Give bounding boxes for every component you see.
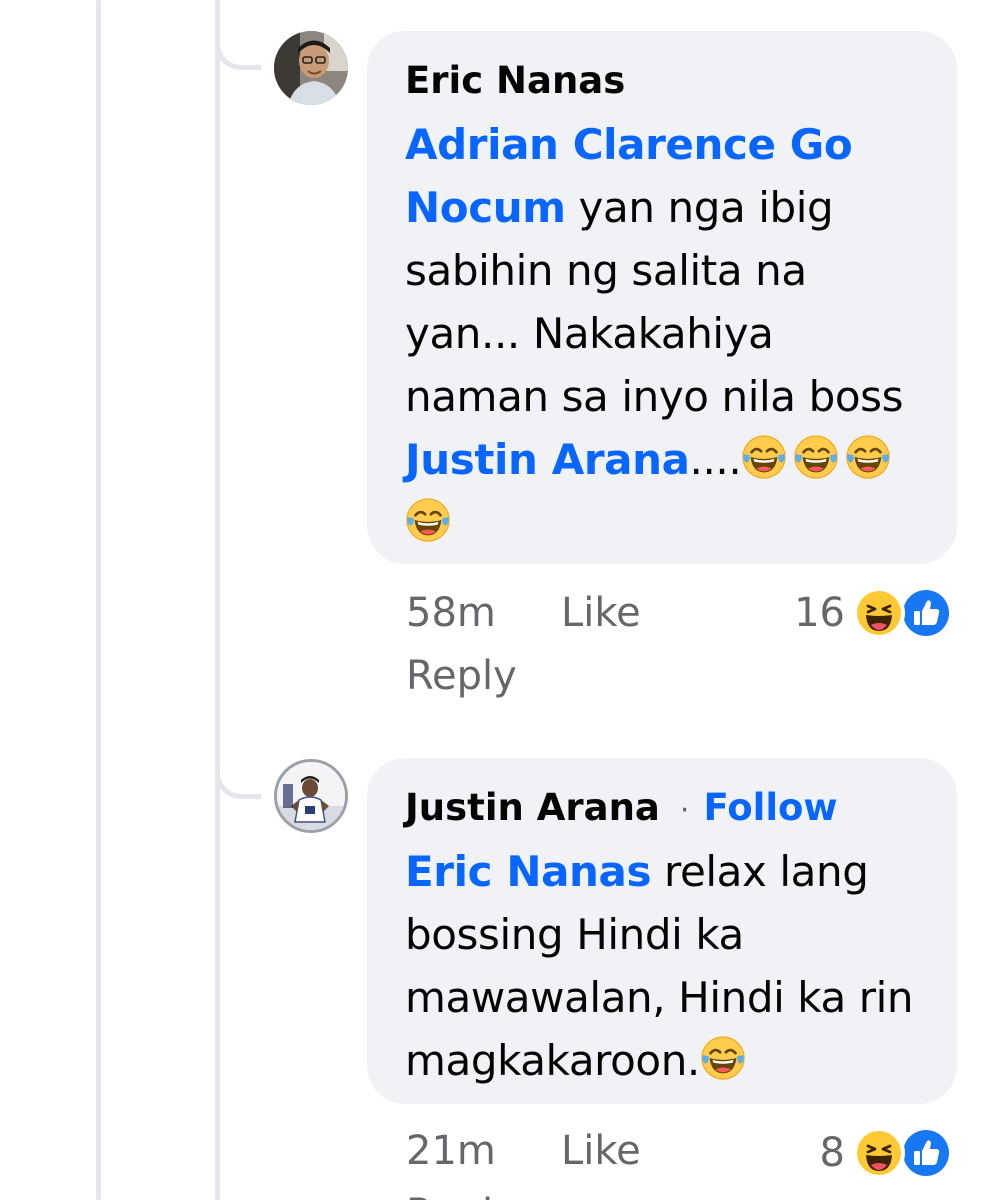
like-reaction-icon [899, 1126, 953, 1180]
follow-button[interactable]: Follow [703, 786, 837, 829]
comment-author[interactable]: Justin Arana [405, 786, 660, 829]
comment-text: Adrian Clarence Go Nocum yan nga ibig sa… [405, 113, 925, 554]
reactions-summary[interactable]: 8 [820, 1125, 955, 1181]
reply-connector [215, 759, 261, 799]
laughing-emoji-icon [700, 1035, 746, 1081]
avatar[interactable] [274, 31, 348, 105]
comment-time[interactable]: 58m [406, 583, 561, 643]
laughing-emoji-icon [793, 434, 839, 480]
like-link[interactable]: Like [561, 1121, 641, 1181]
comment-meta: 58m Like [406, 583, 641, 643]
comment-thread: Eric Nanas Adrian Clarence Go Nocum yan … [0, 0, 995, 1200]
like-link[interactable]: Like [561, 583, 641, 643]
reply-link[interactable]: Reply [406, 1184, 517, 1200]
comment-body-end: .... [689, 435, 742, 484]
comment-bubble: Justin Arana · Follow Eric Nanas relax lan… [367, 758, 957, 1104]
laughing-emoji-icon [845, 434, 891, 480]
thread-line-inner [215, 0, 220, 1200]
thread-line-outer [96, 0, 101, 1200]
comment-meta: 21m Like [406, 1121, 641, 1181]
avatar[interactable] [274, 759, 348, 833]
mention-link[interactable]: Eric Nanas [405, 847, 651, 896]
reaction-count: 16 [794, 590, 845, 636]
haha-reaction-icon [853, 587, 905, 639]
reply-link[interactable]: Reply [406, 646, 517, 706]
mention-link[interactable]: Justin Arana [405, 435, 690, 484]
laughing-emoji-icon [405, 497, 451, 543]
reaction-count: 8 [819, 1130, 845, 1176]
comment-bubble: Eric Nanas Adrian Clarence Go Nocum yan … [367, 31, 957, 564]
comment-text: Eric Nanas relax lang bossing Hindi ka m… [405, 840, 925, 1092]
separator-dot: · [679, 793, 690, 828]
reply-connector [215, 30, 261, 70]
haha-reaction-icon [853, 1127, 905, 1179]
reactions-summary[interactable]: 16 [794, 585, 955, 641]
laughing-emoji-icon [741, 434, 787, 480]
comment-author[interactable]: Eric Nanas [405, 59, 625, 102]
like-reaction-icon [899, 586, 953, 640]
comment-time[interactable]: 21m [406, 1121, 561, 1181]
